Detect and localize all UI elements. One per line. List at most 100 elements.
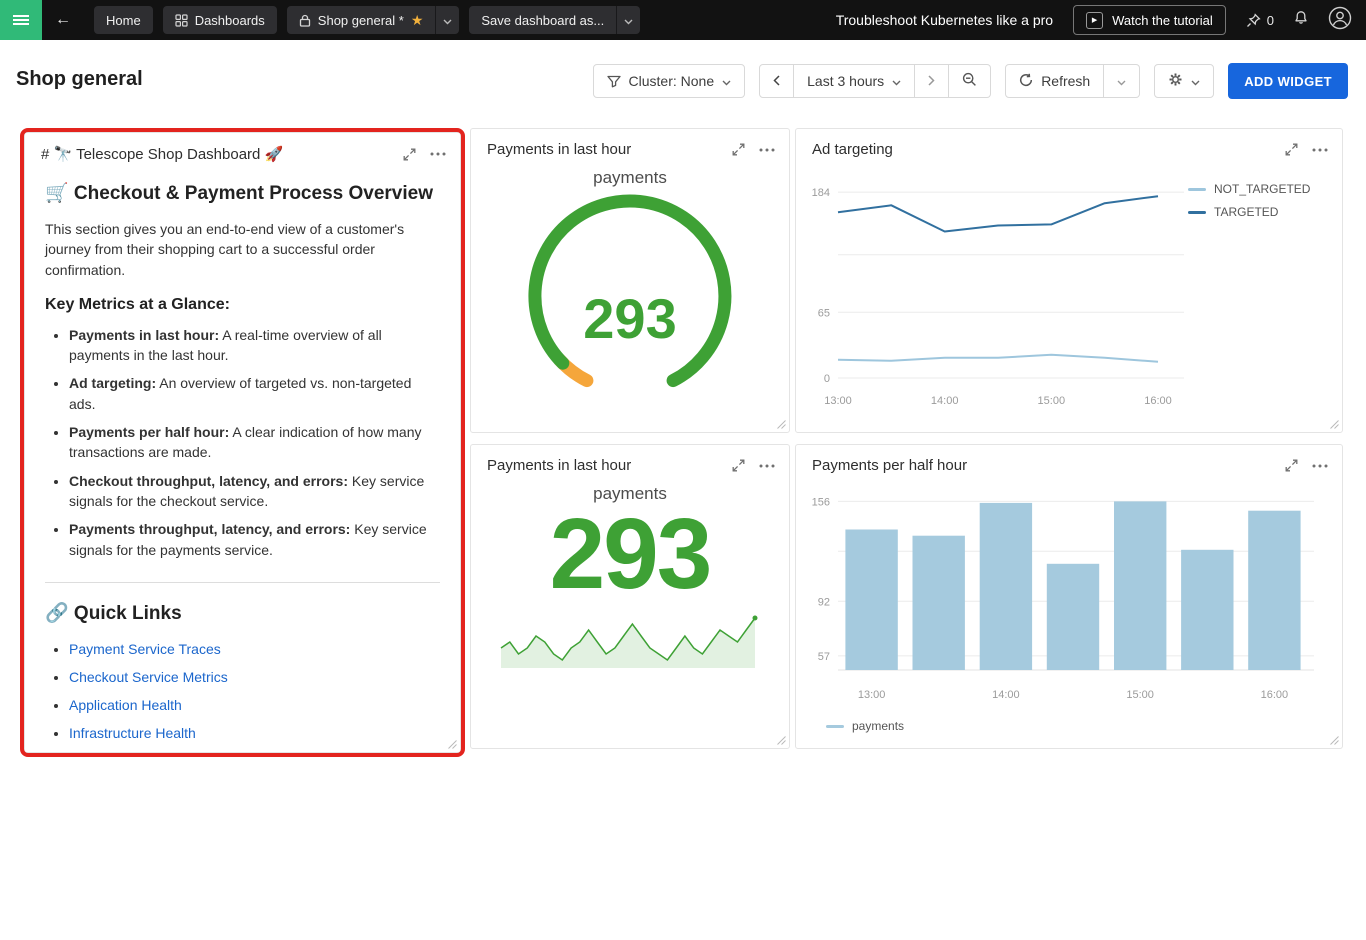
resize-handle-icon[interactable] [777, 420, 786, 429]
metric-value: 293 [550, 504, 711, 604]
markdown-paragraph: This section gives you an end-to-end vie… [45, 219, 440, 280]
widget-title: Payments per half hour [812, 457, 1285, 474]
svg-text:13:00: 13:00 [858, 689, 886, 701]
more-options-icon[interactable] [430, 152, 446, 156]
pin-icon [1246, 13, 1261, 28]
time-range-button[interactable]: Last 3 hours [794, 64, 915, 98]
metric-item: Payments throughput, latency, and errors… [69, 519, 440, 560]
time-forward-button[interactable] [915, 64, 949, 98]
more-options-icon[interactable] [1312, 148, 1328, 152]
quick-link-checkout-metrics[interactable]: Checkout Service Metrics [69, 669, 228, 685]
payments-bar-chart[interactable]: 156925713:0014:0015:0016:00 [802, 480, 1316, 717]
metrics-list: Payments in last hour: A real-time overv… [69, 325, 440, 560]
more-options-icon[interactable] [1312, 464, 1328, 468]
topbar-right: Troubleshoot Kubernetes like a pro ▶ Wat… [836, 5, 1366, 35]
watch-tutorial-button[interactable]: ▶ Watch the tutorial [1073, 5, 1226, 35]
list-item: Infrastructure Health [69, 723, 440, 744]
favorite-star-icon[interactable]: ★ [411, 13, 424, 27]
back-arrow-icon: ← [55, 11, 71, 29]
expand-icon[interactable] [732, 459, 745, 472]
save-dashboard-as-button[interactable]: Save dashboard as... [469, 6, 616, 34]
legend-item: payments [826, 719, 904, 733]
resize-handle-icon[interactable] [1330, 736, 1339, 745]
divider [45, 582, 440, 583]
legend-item: TARGETED [1188, 205, 1326, 219]
lock-icon [299, 14, 311, 27]
refresh-button[interactable]: Refresh [1005, 64, 1104, 98]
quick-link-application-health[interactable]: Application Health [69, 697, 182, 713]
bell-icon [1294, 10, 1308, 30]
current-dashboard-group: Shop general * ★ [287, 6, 460, 34]
expand-icon[interactable] [732, 143, 745, 156]
user-avatar[interactable] [1328, 6, 1352, 35]
resize-handle-icon[interactable] [448, 740, 457, 749]
back-button[interactable]: ← [42, 0, 84, 40]
gear-icon [1168, 72, 1183, 90]
zoom-out-button[interactable] [949, 64, 991, 98]
quick-link-infrastructure-health[interactable]: Infrastructure Health [69, 725, 196, 741]
quick-links-list: Payment Service Traces Checkout Service … [69, 639, 440, 753]
pinned-items-button[interactable]: 0 [1246, 13, 1274, 28]
dashboards-button[interactable]: Dashboards [163, 6, 277, 34]
cluster-filter-button[interactable]: Cluster: None [593, 64, 746, 98]
dashboards-grid-icon [175, 14, 188, 27]
promo-text: Troubleshoot Kubernetes like a pro [836, 12, 1053, 28]
widget-markdown-notes: # 🔭 Telescope Shop Dashboard 🚀 🛒 Checkou… [24, 132, 461, 753]
widget-header: # 🔭 Telescope Shop Dashboard 🚀 [25, 133, 460, 169]
more-options-icon[interactable] [759, 148, 775, 152]
expand-icon[interactable] [403, 148, 416, 161]
time-back-button[interactable] [759, 64, 794, 98]
filter-funnel-icon [607, 75, 621, 88]
metric-item: Checkout throughput, latency, and errors… [69, 471, 440, 512]
ad-targeting-line-chart[interactable]: 18465013:0014:0015:0016:00 [802, 164, 1188, 421]
payments-sparkline [497, 610, 763, 672]
svg-text:65: 65 [818, 307, 830, 319]
current-dashboard-button[interactable]: Shop general * ★ [287, 6, 436, 34]
home-button[interactable]: Home [94, 6, 153, 34]
widget-header: Payments in last hour [471, 129, 789, 164]
app-window: ← Home Dashboards Shop general * ★ [0, 0, 1366, 940]
dashboard-settings-button[interactable] [1154, 64, 1214, 98]
dashboard-header: Shop general Cluster: None Last 3 hours [0, 40, 1366, 122]
metric-item: Payments per half hour: A clear indicati… [69, 422, 440, 463]
svg-text:293: 293 [583, 287, 676, 350]
markdown-heading: 🛒 Checkout & Payment Process Overview [45, 181, 440, 205]
notifications-button[interactable] [1294, 10, 1308, 30]
save-dashboard-as-caret[interactable] [616, 6, 640, 34]
widget-title: Payments in last hour [487, 141, 732, 158]
widget-header: Payments in last hour [471, 445, 789, 480]
save-dashboard-group: Save dashboard as... [469, 6, 640, 34]
legend-item: NOT_TARGETED [1188, 182, 1326, 196]
svg-text:57: 57 [818, 651, 830, 663]
widget-title: # 🔭 Telescope Shop Dashboard 🚀 [41, 145, 403, 163]
svg-text:15:00: 15:00 [1038, 395, 1066, 407]
expand-icon[interactable] [1285, 143, 1298, 156]
resize-handle-icon[interactable] [1330, 420, 1339, 429]
quick-link-payment-traces[interactable]: Payment Service Traces [69, 641, 221, 657]
quick-links-heading: 🔗 Quick Links [45, 601, 440, 625]
svg-text:184: 184 [812, 187, 830, 199]
refresh-group: Refresh [1005, 64, 1140, 98]
main-menu-button[interactable] [0, 0, 42, 40]
expand-icon[interactable] [1285, 459, 1298, 472]
more-options-icon[interactable] [759, 464, 775, 468]
svg-text:14:00: 14:00 [931, 395, 959, 407]
resize-handle-icon[interactable] [777, 736, 786, 745]
chevron-down-icon [722, 73, 731, 89]
list-item: SUSE Observability Documentation [69, 751, 440, 753]
svg-text:13:00: 13:00 [824, 395, 852, 407]
chart-legend: NOT_TARGETED TARGETED [1188, 164, 1326, 421]
dashboard-switcher-caret[interactable] [435, 6, 459, 34]
refresh-icon [1019, 73, 1033, 90]
person-icon [1328, 6, 1352, 35]
svg-text:92: 92 [818, 596, 830, 608]
refresh-interval-caret[interactable] [1104, 64, 1140, 98]
svg-text:14:00: 14:00 [992, 689, 1020, 701]
add-widget-button[interactable]: ADD WIDGET [1228, 63, 1348, 99]
time-range-group: Last 3 hours [759, 64, 991, 98]
list-item: Checkout Service Metrics [69, 667, 440, 688]
metric-label: payments [593, 168, 667, 188]
svg-text:16:00: 16:00 [1144, 395, 1172, 407]
widget-header: Payments per half hour [796, 445, 1342, 480]
chevron-down-icon [892, 73, 901, 89]
